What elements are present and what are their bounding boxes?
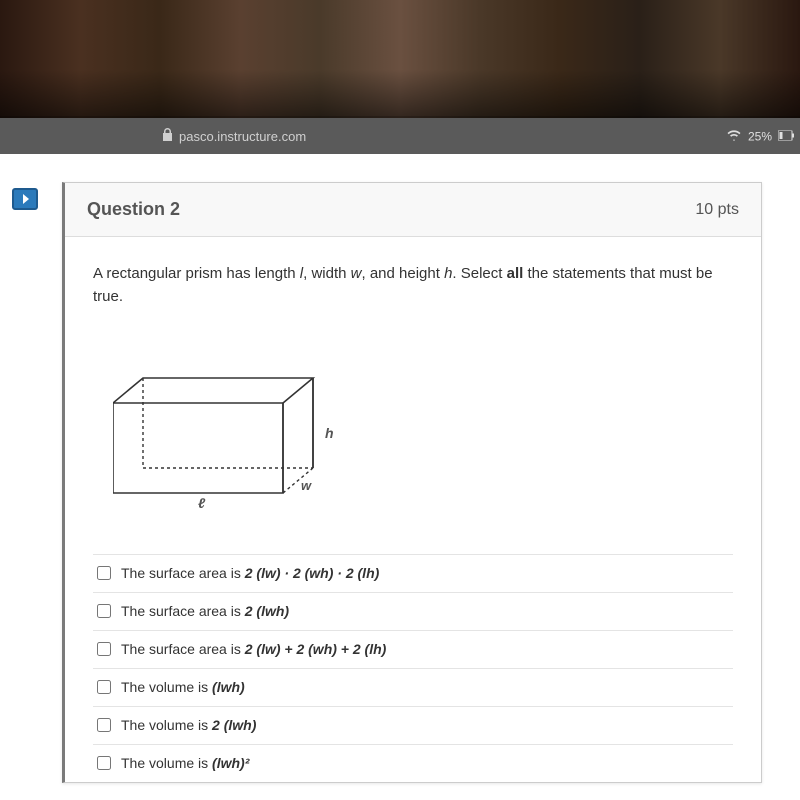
option-label: The surface area is 2 (lwh) [121, 601, 289, 622]
option-row[interactable]: The volume is (lwh)² [93, 744, 733, 782]
battery-icon [778, 129, 794, 143]
prompt-text: . Select [452, 265, 506, 282]
option-label: The volume is 2 (lwh) [121, 715, 256, 736]
prompt-emphasis: all [507, 265, 524, 282]
label-w: w [301, 478, 312, 493]
question-prompt: A rectangular prism has length l, width … [93, 263, 733, 308]
option-checkbox[interactable] [97, 604, 111, 618]
option-label: The surface area is 2 (lw) · 2 (wh) · 2 … [121, 563, 379, 584]
wifi-icon [726, 129, 742, 144]
sidebar-toggle-icon[interactable] [12, 188, 38, 210]
option-checkbox[interactable] [97, 756, 111, 770]
option-checkbox[interactable] [97, 718, 111, 732]
prompt-var-w: w [351, 265, 362, 282]
label-l: ℓ [198, 495, 206, 508]
answer-options: The surface area is 2 (lw) · 2 (wh) · 2 … [93, 554, 733, 782]
option-checkbox[interactable] [97, 566, 111, 580]
question-card: Question 2 10 pts A rectangular prism ha… [62, 182, 762, 783]
option-row[interactable]: The surface area is 2 (lw) + 2 (wh) + 2 … [93, 630, 733, 668]
prompt-text: A rectangular prism has length [93, 265, 300, 282]
option-label: The volume is (lwh) [121, 677, 245, 698]
question-title: Question 2 [87, 199, 180, 220]
browser-address-bar: pasco.instructure.com 25% [0, 118, 800, 154]
option-checkbox[interactable] [97, 642, 111, 656]
option-checkbox[interactable] [97, 680, 111, 694]
url-display: pasco.instructure.com [162, 128, 306, 144]
background-photo [0, 0, 800, 118]
lock-icon [162, 128, 173, 144]
option-row[interactable]: The surface area is 2 (lwh) [93, 592, 733, 630]
status-area: 25% [726, 129, 794, 144]
option-row[interactable]: The surface area is 2 (lw) · 2 (wh) · 2 … [93, 554, 733, 592]
prism-diagram: h w ℓ [93, 328, 733, 544]
question-body: A rectangular prism has length l, width … [65, 237, 761, 782]
prompt-text: , width [303, 265, 351, 282]
option-row[interactable]: The volume is (lwh) [93, 668, 733, 706]
question-header: Question 2 10 pts [65, 183, 761, 237]
monitor-frame: pasco.instructure.com 25% Question 2 10 … [0, 118, 800, 800]
prompt-text: , and height [362, 265, 445, 282]
label-h: h [325, 425, 334, 441]
option-label: The volume is (lwh)² [121, 753, 249, 774]
option-label: The surface area is 2 (lw) + 2 (wh) + 2 … [121, 639, 386, 660]
question-points: 10 pts [695, 201, 739, 219]
page-content: Question 2 10 pts A rectangular prism ha… [0, 154, 800, 800]
option-row[interactable]: The volume is 2 (lwh) [93, 706, 733, 744]
url-text: pasco.instructure.com [179, 129, 306, 144]
battery-text: 25% [748, 129, 772, 143]
